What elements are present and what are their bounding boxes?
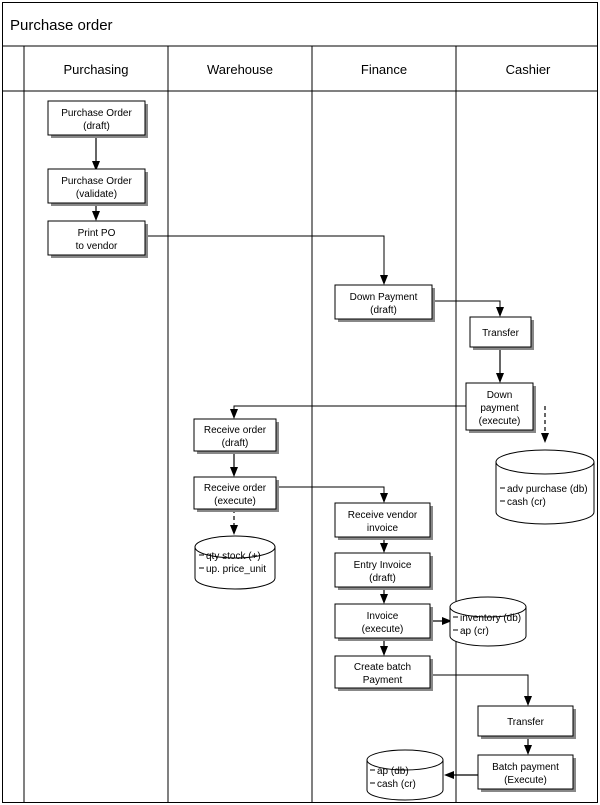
node-po-validate[interactable]: Purchase Order (validate) [47,168,148,206]
datastore-ap-cash[interactable]: ap (db) cash (cr) [366,749,444,801]
node-create-batch-payment-line2: Payment [363,675,403,686]
node-create-batch-payment[interactable]: Create batch Payment [334,655,433,691]
diagram-title: Purchase order [10,17,113,34]
node-invoice-execute[interactable]: Invoice (execute) [334,603,433,641]
lane-label-warehouse: Warehouse [207,62,273,77]
node-receive-order-execute-line2: (execute) [214,496,256,507]
lane-label-purchasing: Purchasing [63,62,128,77]
datastore-ap-cash-line1: ap (db) [377,766,409,777]
node-transfer-1-label: Transfer [482,328,520,339]
node-po-draft-line1: Purchase Order [61,108,132,119]
node-transfer-1[interactable]: Transfer [469,316,534,350]
node-po-draft[interactable]: Purchase Order (draft) [47,100,148,138]
node-print-po[interactable]: Print PO to vendor [47,220,148,258]
diagram-canvas: Purchase order Purchasing Warehouse Fina… [2,2,598,803]
node-down-payment-execute-line2: payment [480,403,519,414]
node-transfer-2-label: Transfer [507,717,545,728]
node-receive-order-draft-line1: Receive order [204,425,267,436]
node-entry-invoice-draft[interactable]: Entry Invoice (draft) [334,552,433,590]
datastore-inventory-line2: ap (cr) [460,626,489,637]
node-down-payment-draft-line2: (draft) [370,305,397,316]
datastore-qty-stock-line1: qty stock (+) [206,551,261,562]
node-down-payment-execute[interactable]: Down payment (execute) [465,382,536,433]
datastore-inventory-line1: inventory (db) [460,613,521,624]
node-receive-order-execute-line1: Receive order [204,483,267,494]
node-po-draft-line2: (draft) [83,121,110,132]
lane-label-finance: Finance [361,62,407,77]
datastore-qty-stock[interactable]: qty stock (+) up. price_unit [194,535,276,590]
node-down-payment-execute-line3: (execute) [479,416,521,427]
datastore-inventory[interactable]: inventory (db) ap (cr) [449,596,527,647]
datastore-adv-purchase-line2: cash (cr) [507,497,546,508]
node-receive-vendor-invoice-line1: Receive vendor [348,510,418,521]
node-batch-payment-execute-line2: (Execute) [504,775,547,786]
node-print-po-line1: Print PO [78,228,116,239]
datastore-adv-purchase-line1: adv purchase (db) [507,484,588,495]
node-receive-order-draft[interactable]: Receive order (draft) [193,418,279,454]
datastore-qty-stock-line2: up. price_unit [206,564,266,575]
node-down-payment-draft[interactable]: Down Payment (draft) [334,284,435,322]
node-receive-order-execute[interactable]: Receive order (execute) [193,476,279,512]
node-receive-vendor-invoice[interactable]: Receive vendor invoice [334,502,433,540]
node-receive-vendor-invoice-line2: invoice [367,523,399,534]
datastore-adv-purchase[interactable]: adv purchase (db) cash (cr) [495,449,595,525]
node-entry-invoice-draft-line2: (draft) [369,573,396,584]
purchase-order-diagram: Purchase order Purchasing Warehouse Fina… [0,0,600,805]
datastore-ap-cash-line2: cash (cr) [377,779,416,790]
node-down-payment-execute-line1: Down [487,390,513,401]
node-down-payment-draft-line1: Down Payment [350,292,418,303]
node-print-po-line2: to vendor [76,241,118,252]
node-batch-payment-execute-line1: Batch payment [492,762,559,773]
node-batch-payment-execute[interactable]: Batch payment (Execute) [477,754,576,792]
node-invoice-execute-line2: (execute) [362,624,404,635]
node-po-validate-line1: Purchase Order [61,176,132,187]
node-create-batch-payment-line1: Create batch [354,662,411,673]
node-entry-invoice-draft-line1: Entry Invoice [354,560,412,571]
node-po-validate-line2: (validate) [76,189,117,200]
node-receive-order-draft-line2: (draft) [222,438,249,449]
lane-label-cashier: Cashier [506,62,551,77]
node-invoice-execute-line1: Invoice [367,611,399,622]
node-transfer-2[interactable]: Transfer [477,705,576,739]
